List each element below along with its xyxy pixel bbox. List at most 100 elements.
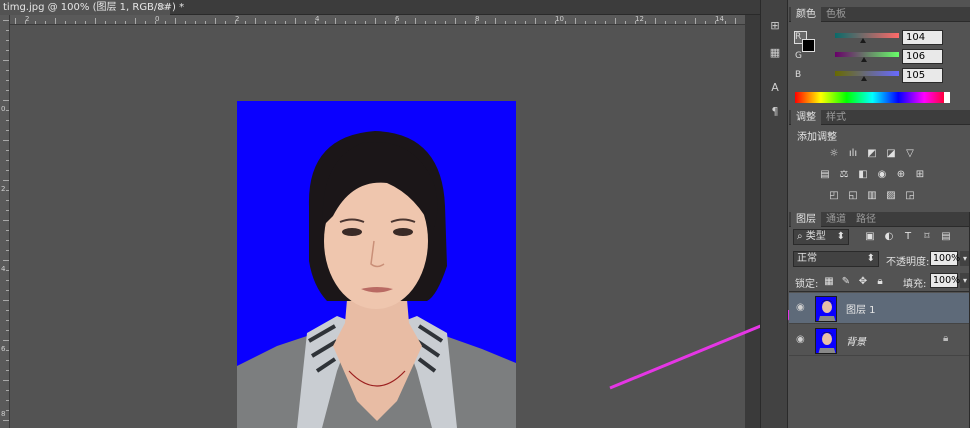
selective-color-icon[interactable]: ◲ [903,190,917,202]
ruler-tick [6,290,9,291]
opacity-label: 不透明度: [886,257,930,268]
ruler-tick [105,21,106,24]
layer-row-selected[interactable]: ◉ 图层 1 [789,293,970,324]
black-white-icon[interactable]: ◉ [875,169,889,181]
color-panel-tabs: 颜色 色板 [789,7,970,22]
visibility-eye-icon[interactable]: ◉ [796,334,805,345]
layer-lock-icon: 🔒︎ [943,333,949,344]
character-icon[interactable]: A [766,80,784,96]
ruler-tick [6,50,9,51]
channel-b-thumb[interactable] [861,76,867,81]
brightness-contrast-icon[interactable]: ☼ [827,148,841,160]
chevron-updown-icon: ⬍ [866,253,875,264]
color-ramp-white[interactable] [944,92,950,103]
channel-g-value[interactable]: 106 [902,49,943,64]
channel-g-slider[interactable] [835,52,899,57]
ruler-tick [455,18,456,24]
channel-r-slider[interactable] [835,33,899,38]
tab-layers[interactable]: 图层 [791,212,821,227]
ruler-tick [6,280,9,281]
ruler-label: 14 [715,15,724,23]
background-color-swatch[interactable] [802,39,815,52]
ruler-tick [165,21,166,24]
gradient-triangle-icon[interactable]: ▽ [903,148,917,160]
posterize-icon[interactable]: ◱ [846,190,860,202]
tab-channels[interactable]: 通道 [821,212,851,227]
tab-color[interactable]: 颜色 [791,7,821,22]
channel-b-value[interactable]: 105 [902,68,943,83]
history-icon[interactable]: ⊞ [766,18,784,34]
ruler-tick [665,21,666,24]
tab-paths[interactable]: 路径 [851,212,881,227]
filter-shape-icon[interactable]: ⌑ [920,231,934,243]
ruler-tick [6,310,9,311]
layers-panel-tabs: 图层 通道 路径 [789,212,970,227]
layer-row-background[interactable]: ◉ 背景 🔒︎ [789,325,970,356]
tab-styles[interactable]: 样式 [821,110,851,125]
ruler-tick [605,21,606,24]
ruler-tick [6,160,9,161]
tab-swatches[interactable]: 色板 [821,7,851,22]
ruler-tick [325,21,326,24]
blend-mode-select[interactable]: 正常 ⬍ [793,251,879,267]
paragraph-icon[interactable]: ¶ [766,104,784,120]
ruler-tick [6,410,9,411]
ruler-tick [725,21,726,24]
panel-icon-strip: ⊞ ▦ A ¶ [760,0,788,428]
gradient-map-icon[interactable]: ▨ [884,190,898,202]
document-image[interactable] [237,101,516,428]
lock-label: 锁定: [795,279,819,290]
ruler-tick [6,230,9,231]
lock-image-icon[interactable]: ✎ [839,276,853,288]
ruler-tick [6,360,9,361]
document-tab[interactable]: timg.jpg @ 100% (图层 1, RGB/8#) * × [0,0,184,15]
right-panels: 颜色 色板 R 104 G 106 B 105 调整 样式 添加调整 ☼ ılı… [789,0,970,428]
ruler-tick [6,170,9,171]
channel-r-value[interactable]: 104 [902,30,943,45]
layer-name[interactable]: 背景 [846,333,866,348]
channel-b-slider[interactable] [835,71,899,76]
ruler-tick [15,18,16,24]
exposure-icon[interactable]: ◪ [884,148,898,160]
ruler-tick [185,21,186,24]
layer-filter-value: 类型 [805,231,826,242]
channel-r-thumb[interactable] [860,38,866,43]
ruler-tick [6,400,9,401]
tab-adjustments[interactable]: 调整 [791,110,821,125]
color-balance-icon[interactable]: ◧ [856,169,870,181]
ruler-tick [385,21,386,24]
ruler-tick [3,220,9,221]
actions-icon[interactable]: ▦ [766,45,784,61]
channel-g-thumb[interactable] [861,57,867,62]
layer-thumbnail [815,328,837,354]
close-tab-icon[interactable]: × [158,0,166,15]
ruler-tick [595,21,596,24]
ruler-tick [6,210,9,211]
visibility-eye-icon[interactable]: ◉ [796,302,805,313]
lock-all-icon[interactable]: 🔒︎ [873,276,887,288]
curves-icon[interactable]: ◩ [865,148,879,160]
channel-mixer-icon[interactable]: ⊞ [913,169,927,181]
threshold-icon[interactable]: ▥ [865,190,879,202]
lock-transparent-icon[interactable]: ▦ [822,276,836,288]
hue-saturation-icon[interactable]: ⚖ [837,169,851,181]
fill-input[interactable]: 100% [930,273,960,288]
color-ramp[interactable] [795,92,950,103]
channel-b-label: B [795,70,802,80]
ruler-tick [6,90,9,91]
photo-filter-icon[interactable]: ⊕ [894,169,908,181]
layer-name[interactable]: 图层 1 [846,301,876,316]
filter-pixel-icon[interactable]: ▣ [863,231,877,243]
layers-divider [789,291,970,292]
invert-icon[interactable]: ◰ [827,190,841,202]
levels-icon[interactable]: ılı [846,148,860,160]
opacity-input[interactable]: 100% [930,251,960,266]
filter-adjustment-icon[interactable]: ◐ [882,231,896,243]
layer-filter-select[interactable]: ⌕ 类型 ⬍ [793,229,849,245]
ruler-tick [635,21,636,24]
vibrance-icon[interactable]: ▤ [818,169,832,181]
filter-smartobject-icon[interactable]: ▤ [939,231,953,243]
filter-type-icon[interactable]: T [901,231,915,243]
lock-position-icon[interactable]: ✥ [856,276,870,288]
ruler-tick [6,240,9,241]
